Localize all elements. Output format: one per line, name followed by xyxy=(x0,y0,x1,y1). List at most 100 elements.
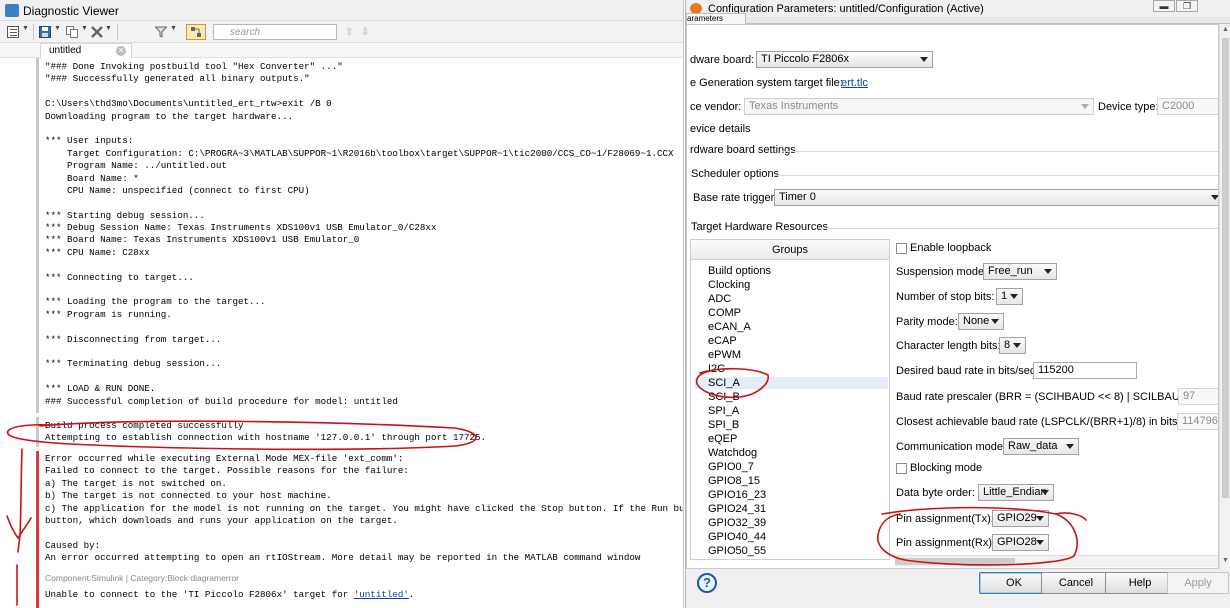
chevron-down-icon xyxy=(1211,195,1218,200)
maximize-icon[interactable]: ❐ xyxy=(1176,0,1198,12)
minimize-icon[interactable]: ▬ xyxy=(1153,0,1175,12)
log-line: Program Name: ../untitled.out xyxy=(45,160,227,172)
delete-icon[interactable] xyxy=(90,24,104,40)
ok-button[interactable]: OK xyxy=(979,572,1049,594)
close-tab-icon[interactable]: ✕ xyxy=(116,46,126,56)
groups-header: Groups xyxy=(691,240,889,260)
view-list-icon[interactable] xyxy=(6,24,20,40)
config-titlebar: Configuration Parameters: untitled/Confi… xyxy=(686,0,1230,17)
base-rate-trigger-select[interactable]: Timer 0 xyxy=(774,189,1218,206)
group-item-build-options[interactable]: Build options xyxy=(708,265,771,277)
log-line: *** Starting debug session... xyxy=(45,209,205,221)
view-list-dropdown-icon[interactable]: ▼ xyxy=(22,25,29,32)
stop-bits-select[interactable]: 1 xyxy=(996,288,1023,305)
diagnostic-viewer-title: Diagnostic Viewer xyxy=(23,4,119,18)
log-line: *** Connecting to target... xyxy=(45,271,194,283)
group-item-eqep[interactable]: eQEP xyxy=(708,433,737,445)
device-type-field[interactable]: C2000 xyxy=(1157,98,1218,115)
group-by-icon[interactable] xyxy=(186,24,206,40)
previous-match-arrow-icon[interactable]: ⇧ xyxy=(345,24,353,40)
group-item-gpio0-7[interactable]: GPIO0_7 xyxy=(708,461,754,473)
group-item-clocking[interactable]: Clocking xyxy=(708,279,750,291)
tab-untitled[interactable]: untitled ✕ xyxy=(40,43,132,58)
log-line: c) The application for the model is not … xyxy=(45,502,684,514)
filter-icon[interactable] xyxy=(154,24,168,40)
group-item-spi-a[interactable]: SPI_A xyxy=(708,405,739,417)
hardware-board-label: dware board: xyxy=(690,54,755,66)
chevron-down-icon xyxy=(1013,343,1021,348)
model-link[interactable]: 'untitled' xyxy=(354,589,409,600)
device-vendor-select[interactable]: Texas Instruments xyxy=(744,98,1094,115)
group-item-comp[interactable]: COMP xyxy=(708,307,741,319)
data-byte-order-label: Data byte order: xyxy=(896,487,975,499)
enable-loopback-checkbox[interactable] xyxy=(896,243,907,254)
save-dropdown-icon[interactable]: ▼ xyxy=(54,25,61,32)
group-item-ecap[interactable]: eCAP xyxy=(708,335,737,347)
log-line: *** User inputs: xyxy=(45,135,134,147)
log-line: *** CPU Name: C28xx xyxy=(45,246,150,258)
closest-baud-rate-field[interactable]: 114796 xyxy=(1177,413,1218,430)
hardware-board-select[interactable]: TI Piccolo F2806x xyxy=(756,51,933,68)
device-details-toggle[interactable]: evice details xyxy=(690,123,751,135)
scrollbar-thumb[interactable] xyxy=(895,558,1015,565)
help-question-icon[interactable]: ? xyxy=(697,573,717,593)
log-line: *** Program is running. xyxy=(45,308,172,320)
group-item-gpio32-39[interactable]: GPIO32_39 xyxy=(708,517,766,529)
copy-icon[interactable] xyxy=(65,24,79,40)
group-item-i2c[interactable]: I2C xyxy=(708,363,725,375)
group-item-sci-b[interactable]: SCI_B xyxy=(708,391,740,403)
pin-assignment-tx-select[interactable]: GPIO29 xyxy=(992,510,1049,527)
diagnostic-viewer-toolbar: ▼ ▼ ▼ ▼ ▼ ⇧ ⇩ xyxy=(0,21,683,43)
diagnostic-viewer-titlebar: Diagnostic Viewer xyxy=(0,0,683,21)
log-line: Attempting to establish connection with … xyxy=(45,432,487,444)
build-log-message: "### Done Invoking postbuild tool "Hex C… xyxy=(45,61,674,408)
desired-baud-rate-input[interactable]: 115200 xyxy=(1033,362,1137,379)
scrollbar-thumb[interactable] xyxy=(1222,38,1229,498)
parity-mode-value: None xyxy=(963,315,990,327)
base-rate-trigger-value: Timer 0 xyxy=(779,191,816,203)
copy-dropdown-icon[interactable]: ▼ xyxy=(81,25,88,32)
group-item-gpio24-31[interactable]: GPIO24_31 xyxy=(708,503,766,515)
baud-prescaler-field[interactable]: 97 xyxy=(1178,388,1218,405)
character-length-select[interactable]: 8 xyxy=(999,337,1026,354)
tab-parameters[interactable]: arameters xyxy=(686,13,746,24)
config-vertical-scrollbar[interactable]: ▲ ▼ xyxy=(1219,24,1230,569)
codegen-target-label: e Generation system target file: xyxy=(690,77,843,89)
base-rate-trigger-label: Base rate trigger: xyxy=(693,192,778,204)
group-item-gpio8-15[interactable]: GPIO8_15 xyxy=(708,475,760,487)
group-item-epwm[interactable]: ePWM xyxy=(708,349,741,361)
suspension-mode-value: Free_run xyxy=(988,265,1033,277)
info-message-marker xyxy=(36,58,39,413)
save-icon[interactable] xyxy=(38,24,52,40)
settings-horizontal-scrollbar[interactable] xyxy=(895,555,1218,567)
data-byte-order-select[interactable]: Little_Endian xyxy=(978,484,1054,501)
group-item-gpio40-44[interactable]: GPIO40_44 xyxy=(708,531,766,543)
group-item-gpio50-55[interactable]: GPIO50_55 xyxy=(708,545,766,557)
help-button[interactable]: Help xyxy=(1105,572,1175,594)
pin-assignment-tx-label: Pin assignment(Tx): xyxy=(896,513,994,525)
apply-button[interactable]: Apply xyxy=(1167,572,1229,594)
suspension-mode-select[interactable]: Free_run xyxy=(983,263,1057,280)
group-item-sci-a[interactable]: SCI_A xyxy=(695,377,888,389)
log-search-input[interactable] xyxy=(213,24,337,40)
blocking-mode-checkbox[interactable] xyxy=(896,463,907,474)
groups-list: Groups Build options Clocking ADC COMP eCAN_… xyxy=(690,239,890,560)
scroll-down-arrow-icon[interactable]: ▼ xyxy=(1222,557,1229,564)
group-item-spi-b[interactable]: SPI_B xyxy=(708,419,739,431)
system-target-file-link[interactable]: ert.tlc xyxy=(841,77,868,89)
log-line: Build process completed successfully xyxy=(45,420,244,431)
group-item-ecan-a[interactable]: eCAN_A xyxy=(708,321,751,333)
filter-dropdown-icon[interactable]: ▼ xyxy=(170,25,177,32)
delete-dropdown-icon[interactable]: ▼ xyxy=(105,25,112,32)
group-item-watchdog[interactable]: Watchdog xyxy=(708,447,757,459)
group-item-gpio16-23[interactable]: GPIO16_23 xyxy=(708,489,766,501)
final-error-text: Unable to connect to the 'TI Piccolo F28… xyxy=(45,589,354,600)
pin-assignment-rx-select[interactable]: GPIO28 xyxy=(992,534,1049,551)
parity-mode-select[interactable]: None xyxy=(958,313,1004,330)
next-match-arrow-icon[interactable]: ⇩ xyxy=(361,24,369,40)
scroll-up-arrow-icon[interactable]: ▲ xyxy=(1222,26,1229,33)
group-item-adc[interactable]: ADC xyxy=(708,293,731,305)
device-vendor-label: ce vendor: xyxy=(690,101,742,113)
cancel-button[interactable]: Cancel xyxy=(1041,572,1111,594)
communication-mode-select[interactable]: Raw_data xyxy=(1003,438,1079,455)
